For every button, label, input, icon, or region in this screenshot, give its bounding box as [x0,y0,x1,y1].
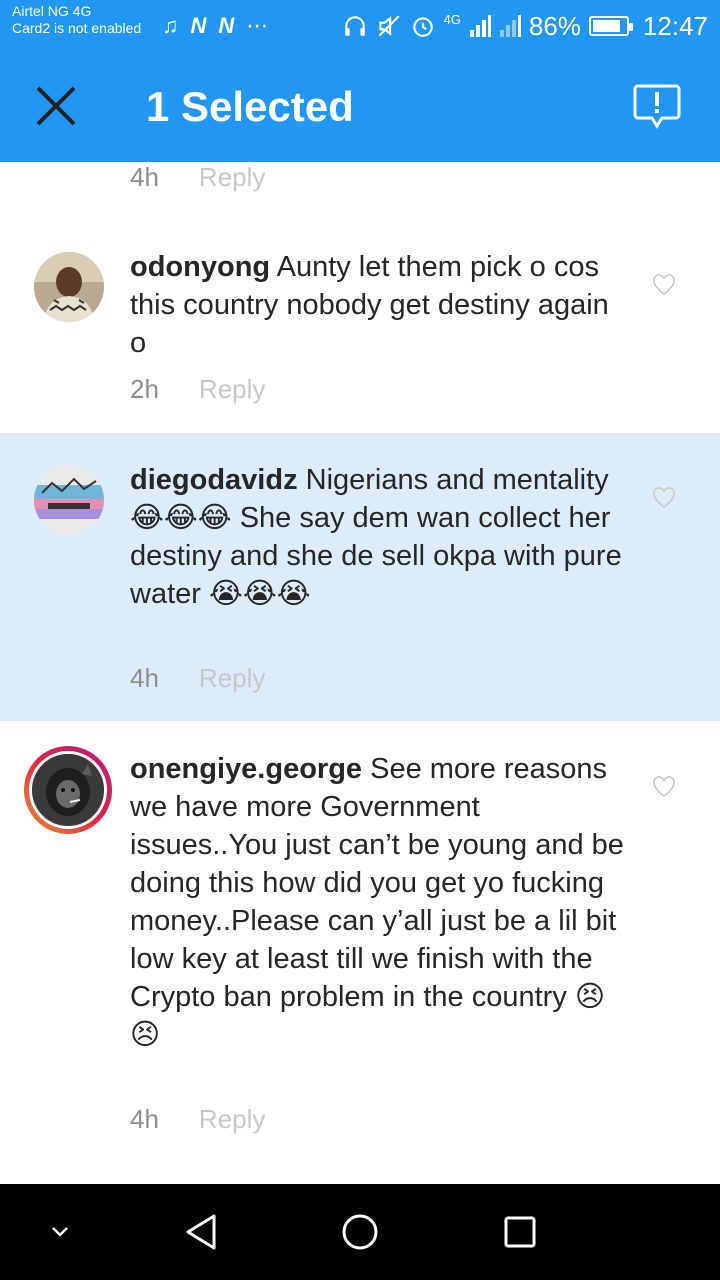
sim-status: Card2 is not enabled [12,20,142,36]
selection-title: 1 Selected [146,83,354,130]
home-button[interactable] [328,1184,392,1280]
battery-percent: 86% [528,10,581,41]
close-icon [36,86,76,126]
chevron-down-icon [52,1227,68,1237]
selection-toolbar: 1 Selected [0,52,720,162]
recents-icon [504,1216,536,1248]
carrier-info: Airtel NG 4G Card2 is not enabled [12,3,141,37]
like-heart-icon[interactable] [652,776,676,798]
hide-keyboard-button[interactable] [40,1184,80,1280]
signal-icon [469,15,491,37]
notification-icons: ♫ N N ⋯ [162,10,268,42]
avatar-with-story-ring[interactable] [24,746,112,834]
avatar[interactable] [34,465,104,535]
home-icon [342,1214,378,1250]
reply-button[interactable]: Reply [199,374,265,405]
user-photo [34,465,104,535]
alarm-icon [412,17,433,37]
status-bar: Airtel NG 4G Card2 is not enabled ♫ N N … [0,0,720,52]
comment-meta: 2h Reply [130,374,265,405]
comment-text: odonyong Aunty let them pick o cos this … [130,248,630,362]
signal-off-icon [499,15,521,37]
n-icon: N [218,13,235,38]
comment-time: 4h [130,1104,159,1134]
avatar[interactable] [34,252,104,322]
more-dots-icon: ⋯ [246,13,269,38]
comment-username[interactable]: diegodavidz [130,464,298,496]
network-type-badge: 4G [443,11,461,27]
comment-item[interactable]: odonyong Aunty let them pick o cos this … [0,222,720,432]
navigation-bar [0,1184,720,1280]
comment-item-selected[interactable]: diegodavidz Nigerians and mentality 😂😂😂 … [0,433,720,721]
back-button[interactable] [170,1184,234,1280]
comment-meta: 4h Reply [130,1104,265,1135]
clock: 12:47 [642,10,708,41]
comment-username[interactable]: odonyong [130,251,270,283]
comment-time: 2h [130,374,159,404]
comment-text: onengiye.george See more reasons we have… [130,750,630,1054]
comment-item[interactable]: onengiye.george See more reasons we have… [0,722,720,1182]
like-heart-icon[interactable] [652,487,676,509]
recents-button[interactable] [488,1184,552,1280]
headphones-icon [344,16,365,36]
back-icon [186,1214,216,1250]
report-button[interactable] [632,82,682,132]
user-photo [34,252,104,322]
comment-time: 4h [130,663,159,693]
system-icons: 4G 86% 12:47 [342,8,708,44]
like-heart-icon[interactable] [652,274,676,296]
comment-username[interactable]: onengiye.george [130,753,362,785]
music-note-icon: ♫ [162,13,179,38]
comment-body: See more reasons we have more Government… [130,753,624,1051]
reply-button[interactable]: Reply [199,1104,265,1135]
mute-icon [378,15,400,37]
comment-meta: 4h Reply [130,162,265,193]
user-photo [32,754,104,826]
comment-text: diegodavidz Nigerians and mentality 😂😂😂 … [130,461,630,613]
carrier-name: Airtel NG 4G [12,3,92,19]
comment-time: 4h [130,162,159,192]
report-icon [633,84,681,129]
battery-level-fill [592,20,621,32]
n-icon: N [190,13,207,38]
reply-button[interactable]: Reply [199,162,265,193]
close-button[interactable] [28,78,84,134]
battery-icon [588,16,633,36]
comment-meta: 4h Reply [130,663,265,694]
reply-button[interactable]: Reply [199,663,265,694]
comments-list[interactable]: 4h Reply odonyong Aunty let them pick o … [0,162,720,1184]
